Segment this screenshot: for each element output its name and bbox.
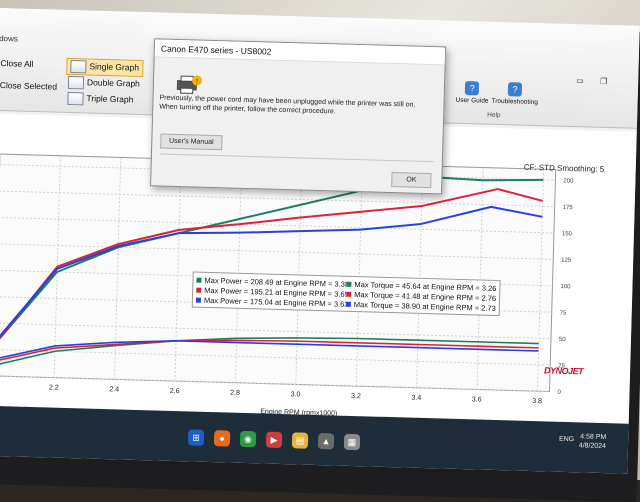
clock-date: 4/8/2024 — [578, 442, 607, 451]
ribbon-group-title: dows — [0, 33, 18, 44]
help-group-label: Help — [487, 111, 501, 120]
printer-alert-dialog: Canon E470 series - US8002 ! Previously,… — [150, 38, 447, 195]
single-graph-icon — [70, 59, 87, 74]
help-icon: ? — [465, 81, 480, 96]
triple-graph-label: Triple Graph — [86, 93, 134, 105]
single-graph-label: Single Graph — [89, 61, 140, 73]
x-tick-label: 3.0 — [291, 391, 301, 398]
troubleshooting-button[interactable]: ? Troubleshooting — [491, 82, 538, 106]
y-tick-label: 50 — [559, 337, 567, 343]
x-tick-label: 3.8 — [532, 398, 542, 405]
y-tick-label: 150 — [562, 231, 573, 237]
dialog-message: Previously, the power cord may have been… — [159, 94, 416, 116]
close-selected-label: Close Selected — [0, 80, 58, 92]
printer-app-icon[interactable]: ▦ — [343, 433, 361, 451]
file-explorer-icon[interactable]: ▤ — [291, 432, 309, 449]
minimize-icon[interactable]: ▭ — [576, 76, 584, 85]
y-tick-label: 100 — [560, 284, 571, 290]
media-player-icon[interactable]: ▶ — [265, 431, 283, 449]
troubleshooting-label: Troubleshooting — [491, 97, 539, 107]
legend-swatch — [345, 301, 351, 307]
x-tick-label: 2.8 — [230, 390, 240, 397]
users-manual-button[interactable]: User's Manual — [160, 133, 223, 151]
double-graph-label: Double Graph — [86, 77, 141, 89]
firefox-icon[interactable]: ● — [213, 430, 231, 447]
svg-text:!: ! — [196, 79, 198, 86]
printer-warning-icon: ! — [176, 75, 203, 94]
legend-swatch — [346, 281, 352, 287]
clock[interactable]: 4:58 PM 4/8/2024 — [579, 432, 607, 451]
y-tick-label: 125 — [561, 258, 572, 264]
legend-swatch — [196, 287, 202, 293]
x-tick-label: 2.4 — [109, 386, 119, 393]
y-tick-label: 0 — [557, 390, 561, 396]
y-tick-label: 75 — [560, 310, 568, 316]
user-guide-button[interactable]: ? User Guide — [456, 81, 490, 105]
single-graph-button[interactable]: Single Graph — [66, 57, 144, 78]
close-all-label: Close All — [0, 58, 34, 69]
y-tick-labels: 2001751501251007550250 — [557, 178, 574, 396]
dynojet-logo: DYNOJET — [543, 365, 584, 377]
x-tick-label: 3.6 — [472, 396, 482, 403]
triple-graph-button[interactable]: Triple Graph — [67, 91, 134, 107]
legend-swatch — [195, 297, 202, 303]
ok-button[interactable]: OK — [391, 171, 432, 189]
double-graph-button[interactable]: Double Graph — [67, 75, 141, 91]
close-all-button[interactable]: Close All — [0, 58, 33, 69]
language-indicator[interactable]: ENG — [559, 436, 574, 443]
dialog-divider — [159, 153, 434, 163]
app-icon[interactable]: ▲ — [317, 433, 335, 450]
x-tick-label: 2.2 — [49, 385, 59, 392]
monitor-screen: dows Close All Close Selected Single Gra… — [0, 8, 640, 474]
chrome-icon[interactable]: ◉ — [239, 430, 257, 448]
start-icon[interactable]: ⊞ — [187, 429, 205, 446]
x-tick-label: 3.4 — [411, 395, 421, 402]
x-tick-label: 2.6 — [170, 388, 180, 395]
x-tick-label: 3.2 — [351, 393, 361, 400]
close-selected-button[interactable]: Close Selected — [0, 80, 57, 92]
y-tick-label: 175 — [563, 205, 574, 211]
legend-swatch — [196, 277, 202, 283]
legend-swatch — [346, 291, 352, 297]
triple-graph-icon — [67, 91, 84, 106]
user-guide-label: User Guide — [455, 96, 489, 105]
y-tick-label: 200 — [563, 178, 574, 184]
double-graph-icon — [67, 75, 85, 90]
troubleshooting-icon: ? — [507, 82, 523, 97]
restore-icon[interactable]: ❐ — [600, 77, 607, 86]
